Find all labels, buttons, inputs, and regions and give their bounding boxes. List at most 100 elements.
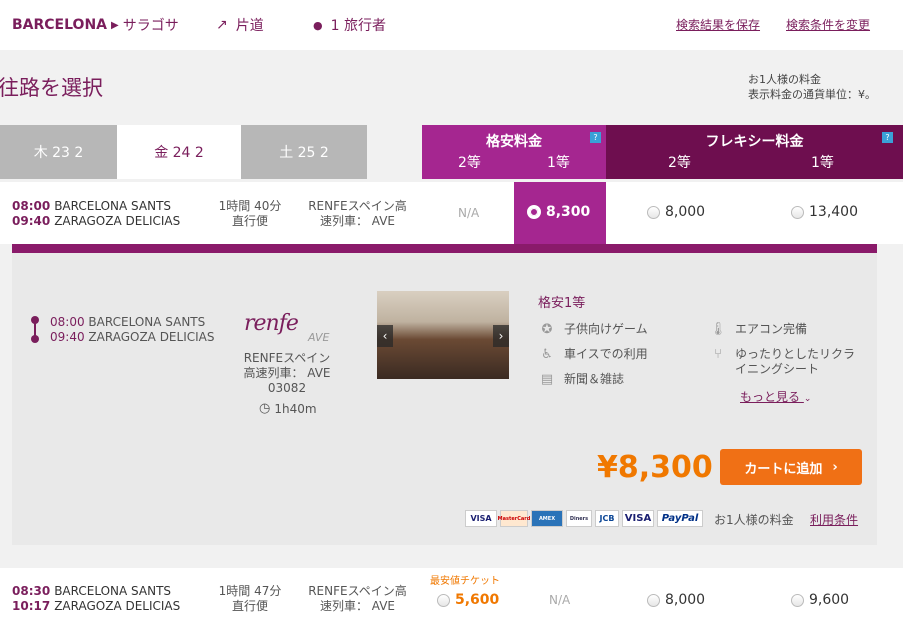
train-times: 08:00 BARCELONA SANTS 09:40 ZARAGOZA DELIC… — [12, 199, 180, 229]
tab-date-current[interactable]: 金 24 2 — [117, 125, 241, 179]
jcb-card-icon: JCB — [595, 510, 619, 527]
arrival-station: ZARAGOZA DELICIAS — [54, 214, 181, 228]
flexible-class1-price[interactable]: 9,600 — [791, 592, 849, 608]
departure-time: 08:30 — [12, 584, 51, 598]
train-interior-photo: ‹ › — [377, 291, 509, 379]
page-title: 往路を選択 — [0, 76, 103, 100]
train-type-line1: RENFEスペイン高 — [308, 584, 407, 598]
radio-button[interactable] — [791, 205, 804, 219]
radio-button[interactable] — [791, 593, 804, 607]
price-label: 13,400 — [809, 204, 858, 220]
origin-label: BARCELONA — [12, 17, 107, 33]
ave-logo: AVE — [308, 331, 330, 344]
price-label: 5,600 — [455, 592, 500, 608]
currency-note: 表示料金の通貨単位：¥。 — [748, 88, 876, 101]
radio-selected[interactable] — [527, 205, 541, 219]
train-type: RENFEスペイン高 速列車： AVE — [300, 584, 415, 614]
travelers-label: 1 旅行者 — [330, 18, 386, 34]
amenity-item: ⑂ ゆったりとしたリクライニングシート — [709, 347, 859, 377]
cheapest-ticket-badge: 最安値チケット — [430, 576, 500, 587]
fare-class-title: 格安1等 — [538, 296, 586, 311]
train-type-line1: RENFEスペイン高 — [308, 199, 407, 213]
trip-type-label: 片道 — [235, 18, 264, 34]
flexible-class2-label: 2等 — [668, 155, 691, 171]
amenity-item: ▤ 新聞＆雑誌 — [538, 372, 624, 387]
flexible-class2-price[interactable]: 8,000 — [647, 592, 705, 608]
economy-class1-label: 1等 — [547, 155, 570, 171]
price-label: 8,000 — [665, 592, 706, 608]
arrival-station: ZARAGOZA DELICIAS — [54, 599, 181, 613]
amenity-item: ♿ 車イスでの利用 — [538, 347, 648, 362]
per-person-note: お1人様の料金 — [748, 73, 821, 86]
amenity-label: 新聞＆雑誌 — [564, 372, 625, 386]
amenity-item: ✪ 子供向けゲーム — [538, 322, 648, 337]
mastercard-icon: MasterCard — [498, 510, 530, 527]
amenity-label: 車イスでの利用 — [564, 347, 648, 361]
detail-leg: 08:00 BARCELONA SANTS 09:40 ZARAGOZA DEL… — [50, 315, 214, 345]
paypal-icon: PayPal — [657, 510, 703, 527]
game-icon: ✪ — [541, 322, 553, 337]
economy-fare-title: 格安料金 — [486, 134, 542, 150]
direct-label: 直行便 — [231, 599, 268, 613]
flexible-class1-price[interactable]: 13,400 — [791, 204, 858, 220]
price-note: お1人様の料金 表示料金の通貨単位：¥。 — [748, 72, 888, 102]
detail-departure-time: 08:00 — [50, 315, 85, 329]
total-price: ¥8,300 — [597, 450, 713, 485]
change-search-link[interactable]: 検索条件を変更 — [786, 16, 870, 33]
renfe-logo: renfe — [244, 311, 299, 336]
chevron-right-icon[interactable]: › — [493, 325, 509, 347]
search-summary-bar: BARCELONA ▶ サラゴサ ↗ 片道 ● 1 旅行者 検索結果を保存 検索… — [0, 0, 903, 50]
detail-duration-label: 1h40m — [274, 401, 317, 416]
economy-class2-price[interactable]: 5,600 — [437, 592, 499, 608]
add-to-cart-button[interactable]: カートに追加 › — [720, 449, 862, 485]
economy-class1-na: N/A — [549, 593, 571, 607]
amenity-label: 子供向けゲーム — [564, 322, 648, 336]
radio-button[interactable] — [647, 205, 660, 219]
amenity-item: 🌡 エアコン完備 — [709, 322, 807, 337]
terms-link[interactable]: 利用条件 — [810, 511, 858, 528]
train-type-line2: 速列車： AVE — [319, 599, 396, 613]
help-icon[interactable]: ? — [590, 132, 601, 143]
save-results-link[interactable]: 検索結果を保存 — [676, 16, 760, 33]
operator-info: RENFEスペイン 高速列車： AVE 03082 — [237, 351, 337, 396]
visa-card-icon: VISA — [622, 510, 654, 527]
radio-button[interactable] — [647, 593, 660, 607]
destination-label: サラゴサ — [122, 18, 179, 34]
per-person-label: お1人様の料金 — [714, 513, 794, 527]
train-row[interactable]: 08:00 BARCELONA SANTS 09:40 ZARAGOZA DELIC… — [0, 182, 903, 244]
economy-class2-na: N/A — [458, 206, 480, 220]
price-label: 8,000 — [665, 204, 706, 220]
departure-time: 08:00 — [12, 199, 51, 213]
wheelchair-icon: ♿ — [541, 347, 553, 362]
departure-station: BARCELONA SANTS — [54, 199, 172, 213]
flexible-fare-title: フレキシー料金 — [705, 134, 804, 150]
chevron-down-icon: ⌄ — [803, 394, 812, 404]
amenity-label: ゆったりとしたリクライニングシート — [735, 347, 856, 376]
tab-date-next[interactable]: 土 25 2 — [241, 125, 367, 179]
newspaper-icon: ▤ — [540, 372, 554, 387]
amenity-label: エアコン完備 — [735, 322, 808, 336]
forward-arrow-icon: ↗ — [216, 17, 228, 33]
help-icon[interactable]: ? — [882, 132, 893, 143]
thermometer-icon: 🌡 — [709, 322, 727, 337]
price-label: 8,300 — [546, 204, 591, 220]
diners-card-icon: Diners — [566, 510, 592, 527]
route-summary: BARCELONA ▶ サラゴサ — [12, 15, 179, 35]
arrival-dot-icon — [31, 335, 39, 343]
operator-line1: RENFEスペイン — [243, 351, 331, 365]
detail-departure-station: BARCELONA SANTS — [88, 315, 206, 329]
chevron-left-icon[interactable]: ‹ — [377, 325, 393, 347]
visa-card-icon: VISA — [465, 510, 497, 527]
flexible-fare-header: フレキシー料金 ? 2等 1等 — [606, 125, 903, 179]
duration-label: 1時間 47分 — [218, 584, 282, 598]
tab-date-prev[interactable]: 木 23 2 — [0, 125, 117, 179]
flexible-class2-price[interactable]: 8,000 — [647, 204, 705, 220]
play-arrow-icon: ▶ — [111, 19, 119, 31]
economy-class1-price[interactable]: 8,300 — [527, 204, 590, 220]
clock-icon: ◷ — [259, 401, 271, 416]
duration: 1時間 40分 直行便 — [205, 199, 295, 229]
duration-label: 1時間 40分 — [218, 199, 282, 213]
detail-arrival-time: 09:40 — [50, 330, 85, 344]
show-more-link[interactable]: もっと見る ⌄ — [740, 388, 811, 405]
radio-button[interactable] — [437, 593, 450, 607]
